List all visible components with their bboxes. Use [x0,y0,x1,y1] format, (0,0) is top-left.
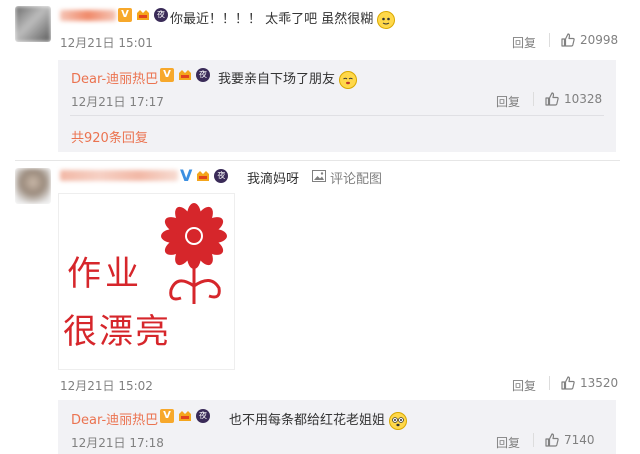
like-count: 10328 [564,92,603,106]
more-replies-link[interactable]: 共920条回复 [71,127,148,146]
user-badges: V 夜 [118,8,168,22]
avatar-image [15,6,51,42]
night-badge-icon: 夜 [196,409,210,423]
user-name[interactable] [60,168,180,182]
reply-user-name[interactable]: Dear-迪丽热巴 [71,68,158,87]
user-badges: V 夜 [180,166,229,185]
divider [549,376,550,390]
user-name-blurred [60,170,178,181]
like-button[interactable]: 20998 [560,32,618,48]
reply-text-content: 我要亲自下场了朋友 [218,72,336,87]
avatar[interactable] [15,168,51,204]
divider [533,92,534,106]
divider [533,433,534,447]
reply-button[interactable]: 回复 [512,34,536,51]
comment-time: 12月21日 15:02 [60,379,153,393]
fan-badge-icon [135,8,151,22]
emoji-icon [377,10,396,29]
user-name-blurred [60,10,116,21]
image-text-line-2: 很漂亮 [63,312,171,352]
reply-user-name[interactable]: Dear-迪丽热巴 [71,409,158,428]
night-badge-icon: 夜 [196,68,210,82]
comment-time: 12月21日 15:01 [60,36,153,50]
like-button[interactable]: 7140 [544,432,595,448]
emoji-icon [389,411,408,430]
reply-text-content: 也不用每条都给红花老姐姐 [229,413,386,428]
comment-image-link[interactable]: 评论配图 [312,168,382,187]
night-badge-icon: 夜 [154,8,168,22]
comment-image-link-label: 评论配图 [330,172,383,187]
reply-button[interactable]: 回复 [496,93,520,110]
like-button[interactable]: 10328 [544,91,602,107]
vip-badge-icon: V [118,8,132,22]
avatar[interactable] [15,6,51,42]
reply-time: 12月21日 17:18 [71,436,164,450]
like-count: 20998 [580,33,619,47]
comment-text: 你最近！！！！ 太乖了吧 虽然很糊 [170,8,396,29]
fan-badge-icon [195,169,211,183]
comment-text-content: 你最近！！！！ 太乖了吧 虽然很糊 [170,12,374,27]
thumbs-up-icon [544,91,560,107]
reply-text: 我要亲自下场了朋友 [218,68,358,89]
reply-divider [70,115,604,116]
verified-badge-icon: V [180,166,193,185]
divider [549,33,550,47]
vip-badge-icon: V [160,68,174,82]
like-count: 13520 [580,376,619,390]
image-icon [312,169,326,186]
night-badge-icon: 夜 [214,168,229,183]
fan-badge-icon [177,409,193,423]
user-name[interactable] [60,8,116,22]
reply-user-badges: V 夜 [160,68,210,82]
reply-button[interactable]: 回复 [512,377,536,394]
thumbs-up-icon [544,432,560,448]
reply-button[interactable]: 回复 [496,434,520,451]
like-count: 7140 [564,433,595,447]
reply-text: 也不用每条都给红花老姐姐 [229,409,408,430]
vip-badge-icon: V [160,409,174,423]
thumbs-up-icon [560,32,576,48]
image-text-line-1: 作业 [67,254,143,294]
emoji-icon [339,70,358,89]
comment-image[interactable]: 作业 很漂亮 [58,193,235,370]
reply-user-badges: V 夜 [160,409,210,423]
reply-time: 12月21日 17:17 [71,95,164,109]
fan-badge-icon [177,68,193,82]
avatar-image [15,168,51,204]
like-button[interactable]: 13520 [560,375,618,391]
thumbs-up-icon [560,375,576,391]
comment-divider [15,160,620,161]
comment-text: 我滴妈呀 [247,172,300,187]
